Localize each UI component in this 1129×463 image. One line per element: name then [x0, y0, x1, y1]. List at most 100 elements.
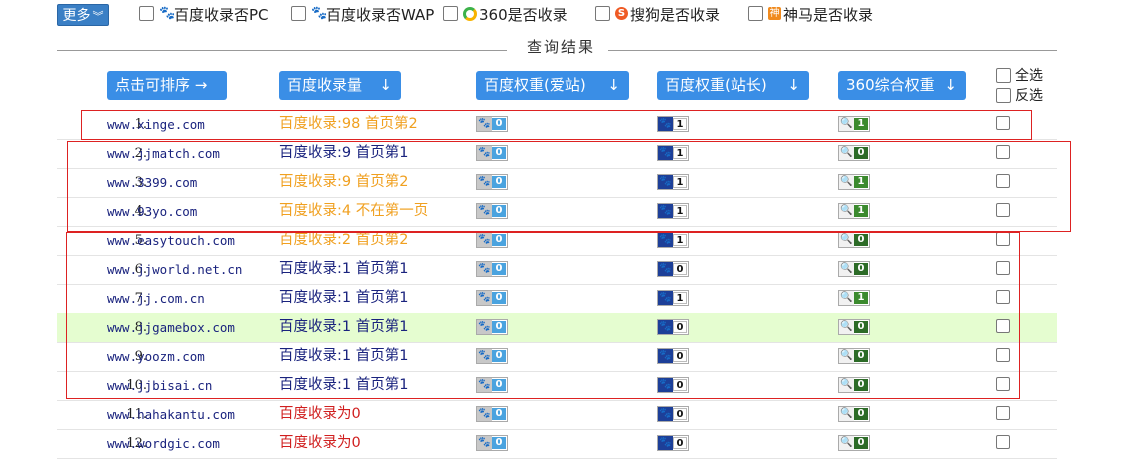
row-checkbox[interactable] [996, 261, 1010, 275]
row-checkbox[interactable] [996, 290, 1010, 304]
aizhan-weight-badge[interactable]: 🐾 0 [476, 261, 508, 277]
checkbox[interactable] [443, 6, 458, 21]
zhanzhang-weight-badge[interactable]: 🐾 1 [657, 145, 689, 161]
table-row: 3. www.3399.com 百度收录:9 首页第2 🐾 0 🐾 1 🔍 1 [57, 168, 1057, 198]
search-icon: 🔍 [839, 291, 854, 305]
table-row: 10. www.jjbisai.cn 百度收录:1 首页第1 🐾 0 🐾 0 🔍 0 [57, 371, 1057, 401]
so360-weight-badge[interactable]: 🔍 1 [838, 116, 870, 132]
badge-value: 1 [854, 205, 868, 217]
invert-checkbox[interactable] [996, 87, 1011, 103]
checkbox[interactable] [291, 6, 306, 21]
baidu-paw-icon: 🐾 [658, 407, 673, 421]
more-button[interactable]: 更多 ︾ [57, 4, 109, 26]
option-label: 百度收录否PC [174, 6, 269, 24]
site-link[interactable]: www.3399.com [107, 168, 197, 197]
option-shenma[interactable]: 神神马是否收录 [748, 4, 873, 26]
checkbox[interactable] [595, 6, 610, 21]
aizhan-weight-badge[interactable]: 🐾 0 [476, 406, 508, 422]
row-checkbox[interactable] [996, 145, 1010, 159]
so360-weight-badge[interactable]: 🔍 0 [838, 406, 870, 422]
row-checkbox[interactable] [996, 232, 1010, 246]
so360-weight-badge[interactable]: 🔍 1 [838, 174, 870, 190]
aizhan-weight-badge[interactable]: 🐾 0 [476, 232, 508, 248]
baidu-paw-icon: 🐾 [658, 349, 673, 363]
zhanzhang-weight-badge[interactable]: 🐾 0 [657, 261, 689, 277]
badge-value: 0 [492, 234, 506, 246]
option-baidu-pc[interactable]: 🐾百度收录否PC [139, 4, 269, 26]
badge-value: 0 [673, 379, 687, 391]
site-link[interactable]: www.easytouch.com [107, 226, 235, 255]
site-link[interactable]: www.wordgic.com [107, 429, 220, 458]
site-link[interactable]: www.jjmatch.com [107, 139, 220, 168]
site-link[interactable]: www.93yo.com [107, 197, 197, 226]
row-checkbox[interactable] [996, 348, 1010, 362]
table-row: 9. www.yoozm.com 百度收录:1 首页第1 🐾 0 🐾 0 🔍 0 [57, 342, 1057, 372]
site-link[interactable]: www.yoozm.com [107, 342, 205, 371]
aizhan-weight-badge[interactable]: 🐾 0 [476, 348, 508, 364]
aizhan-weight-badge[interactable]: 🐾 0 [476, 203, 508, 219]
zhanzhang-weight-badge[interactable]: 🐾 1 [657, 290, 689, 306]
zhanzhang-weight-badge[interactable]: 🐾 0 [657, 406, 689, 422]
baidu-paw-icon: 🐾 [658, 320, 673, 334]
site-link[interactable]: www.jj.com.cn [107, 284, 205, 313]
aizhan-weight-sort-button[interactable]: 百度权重(爱站) ↓ [476, 71, 629, 100]
search-icon: 🔍 [839, 407, 854, 421]
so360-weight-badge[interactable]: 🔍 0 [838, 377, 870, 393]
sort-label: 点击可排序 → [115, 76, 208, 94]
row-checkbox[interactable] [996, 203, 1010, 217]
select-all-checkbox[interactable] [996, 67, 1011, 83]
site-link[interactable]: www.jjgamebox.com [107, 313, 235, 342]
row-checkbox[interactable] [996, 435, 1010, 449]
row-checkbox[interactable] [996, 319, 1010, 333]
baidu-paw-icon: 🐾 [477, 378, 492, 392]
aizhan-weight-badge[interactable]: 🐾 0 [476, 145, 508, 161]
zhanzhang-weight-badge[interactable]: 🐾 0 [657, 377, 689, 393]
row-checkbox[interactable] [996, 116, 1010, 130]
zhanzhang-weight-sort-button[interactable]: 百度权重(站长) ↓ [657, 71, 809, 100]
checkbox[interactable] [748, 6, 763, 21]
select-all[interactable]: 全选 [996, 67, 1043, 84]
zhanzhang-weight-badge[interactable]: 🐾 1 [657, 116, 689, 132]
aizhan-weight-badge[interactable]: 🐾 0 [476, 116, 508, 132]
aizhan-weight-badge[interactable]: 🐾 0 [476, 174, 508, 190]
so360-weight-badge[interactable]: 🔍 0 [838, 261, 870, 277]
site-link[interactable]: www.jjbisai.cn [107, 371, 212, 400]
so360-weight-badge[interactable]: 🔍 0 [838, 348, 870, 364]
row-checkbox[interactable] [996, 174, 1010, 188]
row-checkbox[interactable] [996, 406, 1010, 420]
option-sogou[interactable]: S 搜狗是否收录 [595, 4, 720, 26]
invert-selection[interactable]: 反选 [996, 87, 1043, 104]
so360-weight-badge[interactable]: 🔍 1 [838, 203, 870, 219]
baidu-index-sort-button[interactable]: 百度收录量 ↓ [279, 71, 401, 100]
so360-weight-badge[interactable]: 🔍 0 [838, 145, 870, 161]
checkbox[interactable] [139, 6, 154, 21]
aizhan-weight-badge[interactable]: 🐾 0 [476, 435, 508, 451]
badge-value: 0 [854, 350, 868, 362]
aizhan-weight-badge[interactable]: 🐾 0 [476, 290, 508, 306]
zhanzhang-weight-badge[interactable]: 🐾 0 [657, 348, 689, 364]
so360-weight-badge[interactable]: 🔍 0 [838, 435, 870, 451]
row-checkbox[interactable] [996, 377, 1010, 391]
so360-weight-badge[interactable]: 🔍 0 [838, 232, 870, 248]
aizhan-weight-badge[interactable]: 🐾 0 [476, 319, 508, 335]
aizhan-weight-badge[interactable]: 🐾 0 [476, 377, 508, 393]
baidu-index-status: 百度收录为0 [279, 406, 361, 422]
sort-button[interactable]: 点击可排序 → [107, 71, 227, 100]
zhanzhang-weight-badge[interactable]: 🐾 1 [657, 174, 689, 190]
so360-weight-badge[interactable]: 🔍 0 [838, 319, 870, 335]
option-360[interactable]: 360是否收录 [443, 4, 568, 26]
double-chevron-down-icon: ︾ [92, 10, 104, 23]
zhanzhang-weight-badge[interactable]: 🐾 0 [657, 435, 689, 451]
site-link[interactable]: www.jjworld.net.cn [107, 255, 242, 284]
site-link[interactable]: www.hahakantu.com [107, 400, 235, 429]
option-baidu-wap[interactable]: 🐾百度收录否WAP [291, 4, 434, 26]
site-link[interactable]: www.xinge.com [107, 110, 205, 139]
so360-weight-badge[interactable]: 🔍 1 [838, 290, 870, 306]
baidu-paw-icon: 🐾 [658, 146, 673, 160]
zhanzhang-weight-badge[interactable]: 🐾 1 [657, 232, 689, 248]
baidu-index-status: 百度收录:1 首页第1 [279, 377, 409, 393]
badge-value: 0 [673, 321, 687, 333]
so360-weight-sort-button[interactable]: 360综合权重 ↓ [838, 71, 966, 100]
zhanzhang-weight-badge[interactable]: 🐾 1 [657, 203, 689, 219]
zhanzhang-weight-badge[interactable]: 🐾 0 [657, 319, 689, 335]
